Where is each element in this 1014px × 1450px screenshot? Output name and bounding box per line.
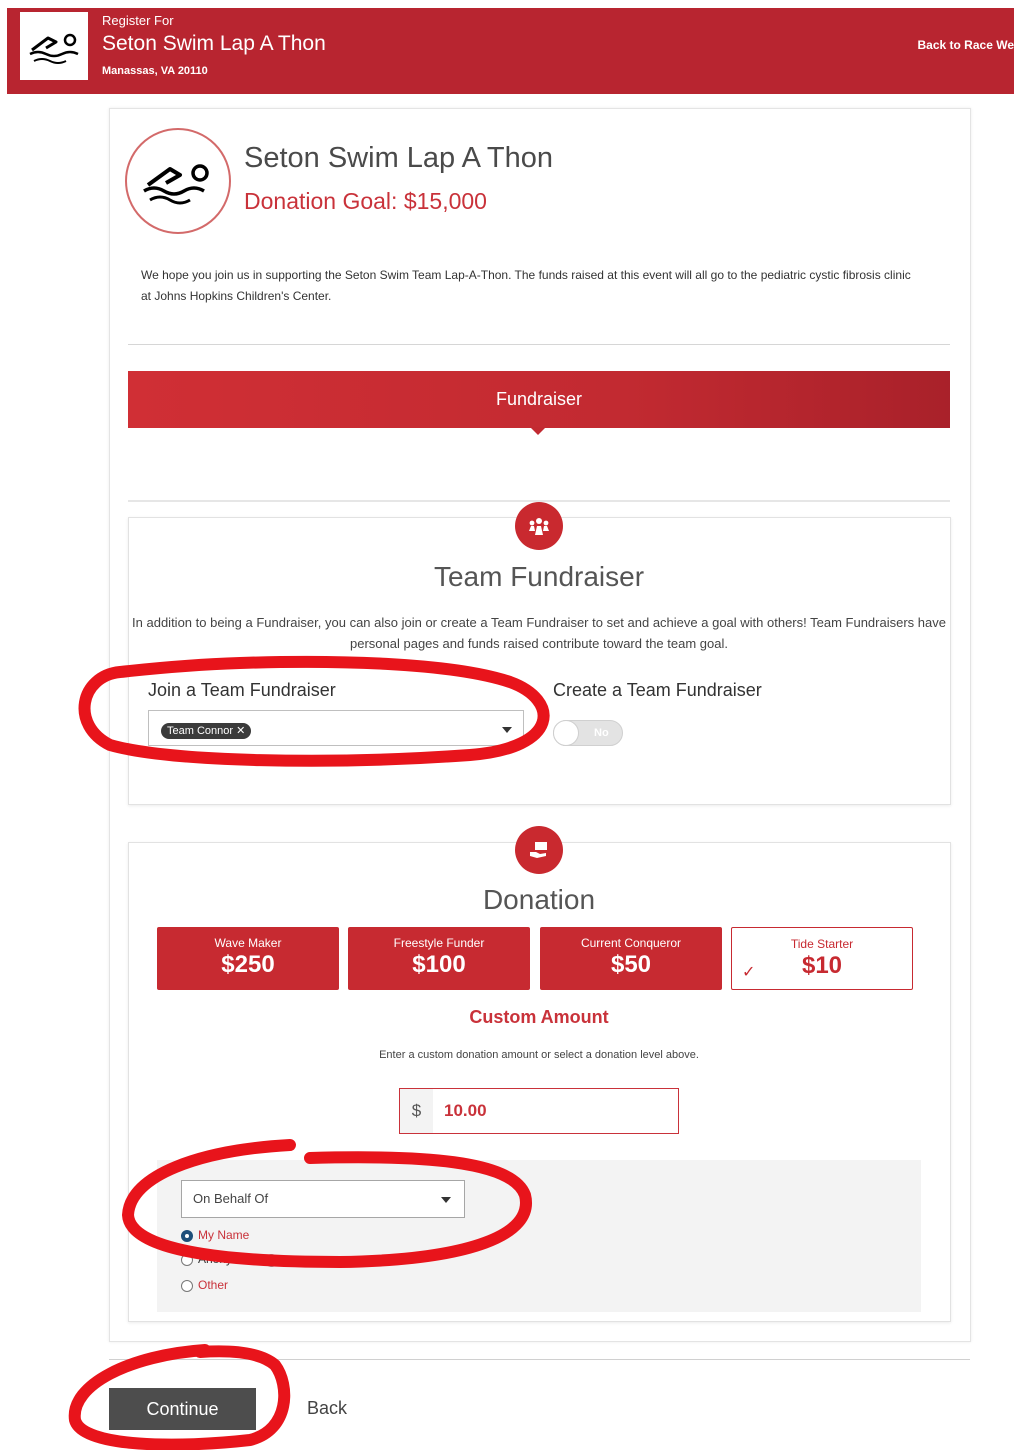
team-fundraiser-title: Team Fundraiser	[433, 561, 645, 592]
level-name: Current Conqueror	[580, 936, 682, 950]
donation-level-current-conqueror[interactable]: Current Conqueror $50	[540, 927, 722, 990]
header-event-name: Seton Swim Lap A Thon	[102, 32, 326, 55]
back-button[interactable]: Back	[307, 1398, 347, 1419]
join-team-select[interactable]: Team Connor ✕	[148, 710, 524, 746]
donation-level-tide-starter[interactable]: ✓ Tide Starter $10	[731, 927, 913, 990]
level-amount: $50	[610, 951, 652, 978]
swimmer-logo-icon	[20, 12, 88, 80]
donation-level-wave-maker[interactable]: Wave Maker $250	[157, 927, 339, 990]
level-name: Wave Maker	[214, 936, 282, 950]
continue-button[interactable]: Continue	[109, 1388, 256, 1430]
currency-prefix: $	[400, 1089, 433, 1133]
back-to-race-link[interactable]: Back to Race We	[918, 38, 1014, 52]
selected-team-name: Team Connor	[167, 725, 234, 737]
join-team-label: Join a Team Fundraiser	[148, 680, 336, 700]
donation-goal: Donation Goal: $15,000	[244, 188, 487, 214]
radio-label: Other	[198, 1278, 229, 1292]
remove-tag-icon[interactable]: ✕	[236, 725, 245, 737]
help-icon[interactable]: ?	[265, 1254, 279, 1267]
create-team-toggle[interactable]: No	[553, 720, 623, 746]
team-fundraiser-description: In addition to being a Fundraiser, you c…	[132, 615, 946, 651]
radio-my-name[interactable]: My Name	[181, 1228, 249, 1244]
event-swimmer-icon	[125, 128, 231, 234]
amount-value: 10.00	[444, 1101, 487, 1120]
level-name: Freestyle Funder	[393, 936, 485, 950]
event-title: Seton Swim Lap A Thon	[244, 142, 554, 174]
radio-other[interactable]: Other	[181, 1278, 228, 1294]
selected-team-tag[interactable]: Team Connor ✕	[161, 723, 252, 739]
custom-amount-hint: Enter a custom donation amount or select…	[379, 1049, 699, 1061]
radio-label: My Name	[198, 1228, 250, 1242]
level-amount: $100	[412, 951, 466, 978]
tab-fundraiser[interactable]: Fundraiser	[128, 371, 950, 428]
radio-label: Anonymous	[198, 1252, 262, 1266]
header-bar: Register For Seton Swim Lap A Thon Manas…	[7, 8, 1014, 94]
chevron-down-icon	[502, 727, 512, 733]
register-for-label: Register For	[102, 13, 174, 28]
chevron-down-icon	[441, 1197, 451, 1203]
toggle-label: No	[594, 727, 609, 739]
level-name: Tide Starter	[790, 937, 854, 951]
toggle-knob	[553, 720, 579, 746]
divider	[128, 344, 950, 345]
radio-button[interactable]	[181, 1229, 193, 1242]
tab-pointer	[530, 427, 546, 435]
event-description: We hope you join us in supporting the Se…	[141, 268, 911, 303]
custom-amount-title: Custom Amount	[469, 1007, 609, 1027]
radio-button[interactable]	[181, 1253, 193, 1266]
radio-anonymous[interactable]: Anonymous?	[181, 1252, 279, 1268]
donation-hand-icon	[515, 826, 563, 874]
custom-amount-input[interactable]: $ 10.00	[399, 1088, 679, 1134]
radio-button[interactable]	[181, 1279, 193, 1292]
header-location: Manassas, VA 20110	[102, 65, 208, 77]
create-team-label: Create a Team Fundraiser	[553, 680, 762, 700]
on-behalf-select[interactable]: On Behalf Of	[181, 1180, 465, 1218]
level-amount: $10	[801, 952, 843, 979]
donation-level-freestyle-funder[interactable]: Freestyle Funder $100	[348, 927, 530, 990]
footer-divider	[109, 1359, 970, 1360]
level-amount: $250	[221, 951, 275, 978]
on-behalf-placeholder: On Behalf Of	[193, 1191, 269, 1206]
team-icon	[515, 502, 563, 550]
donation-title: Donation	[482, 884, 596, 915]
